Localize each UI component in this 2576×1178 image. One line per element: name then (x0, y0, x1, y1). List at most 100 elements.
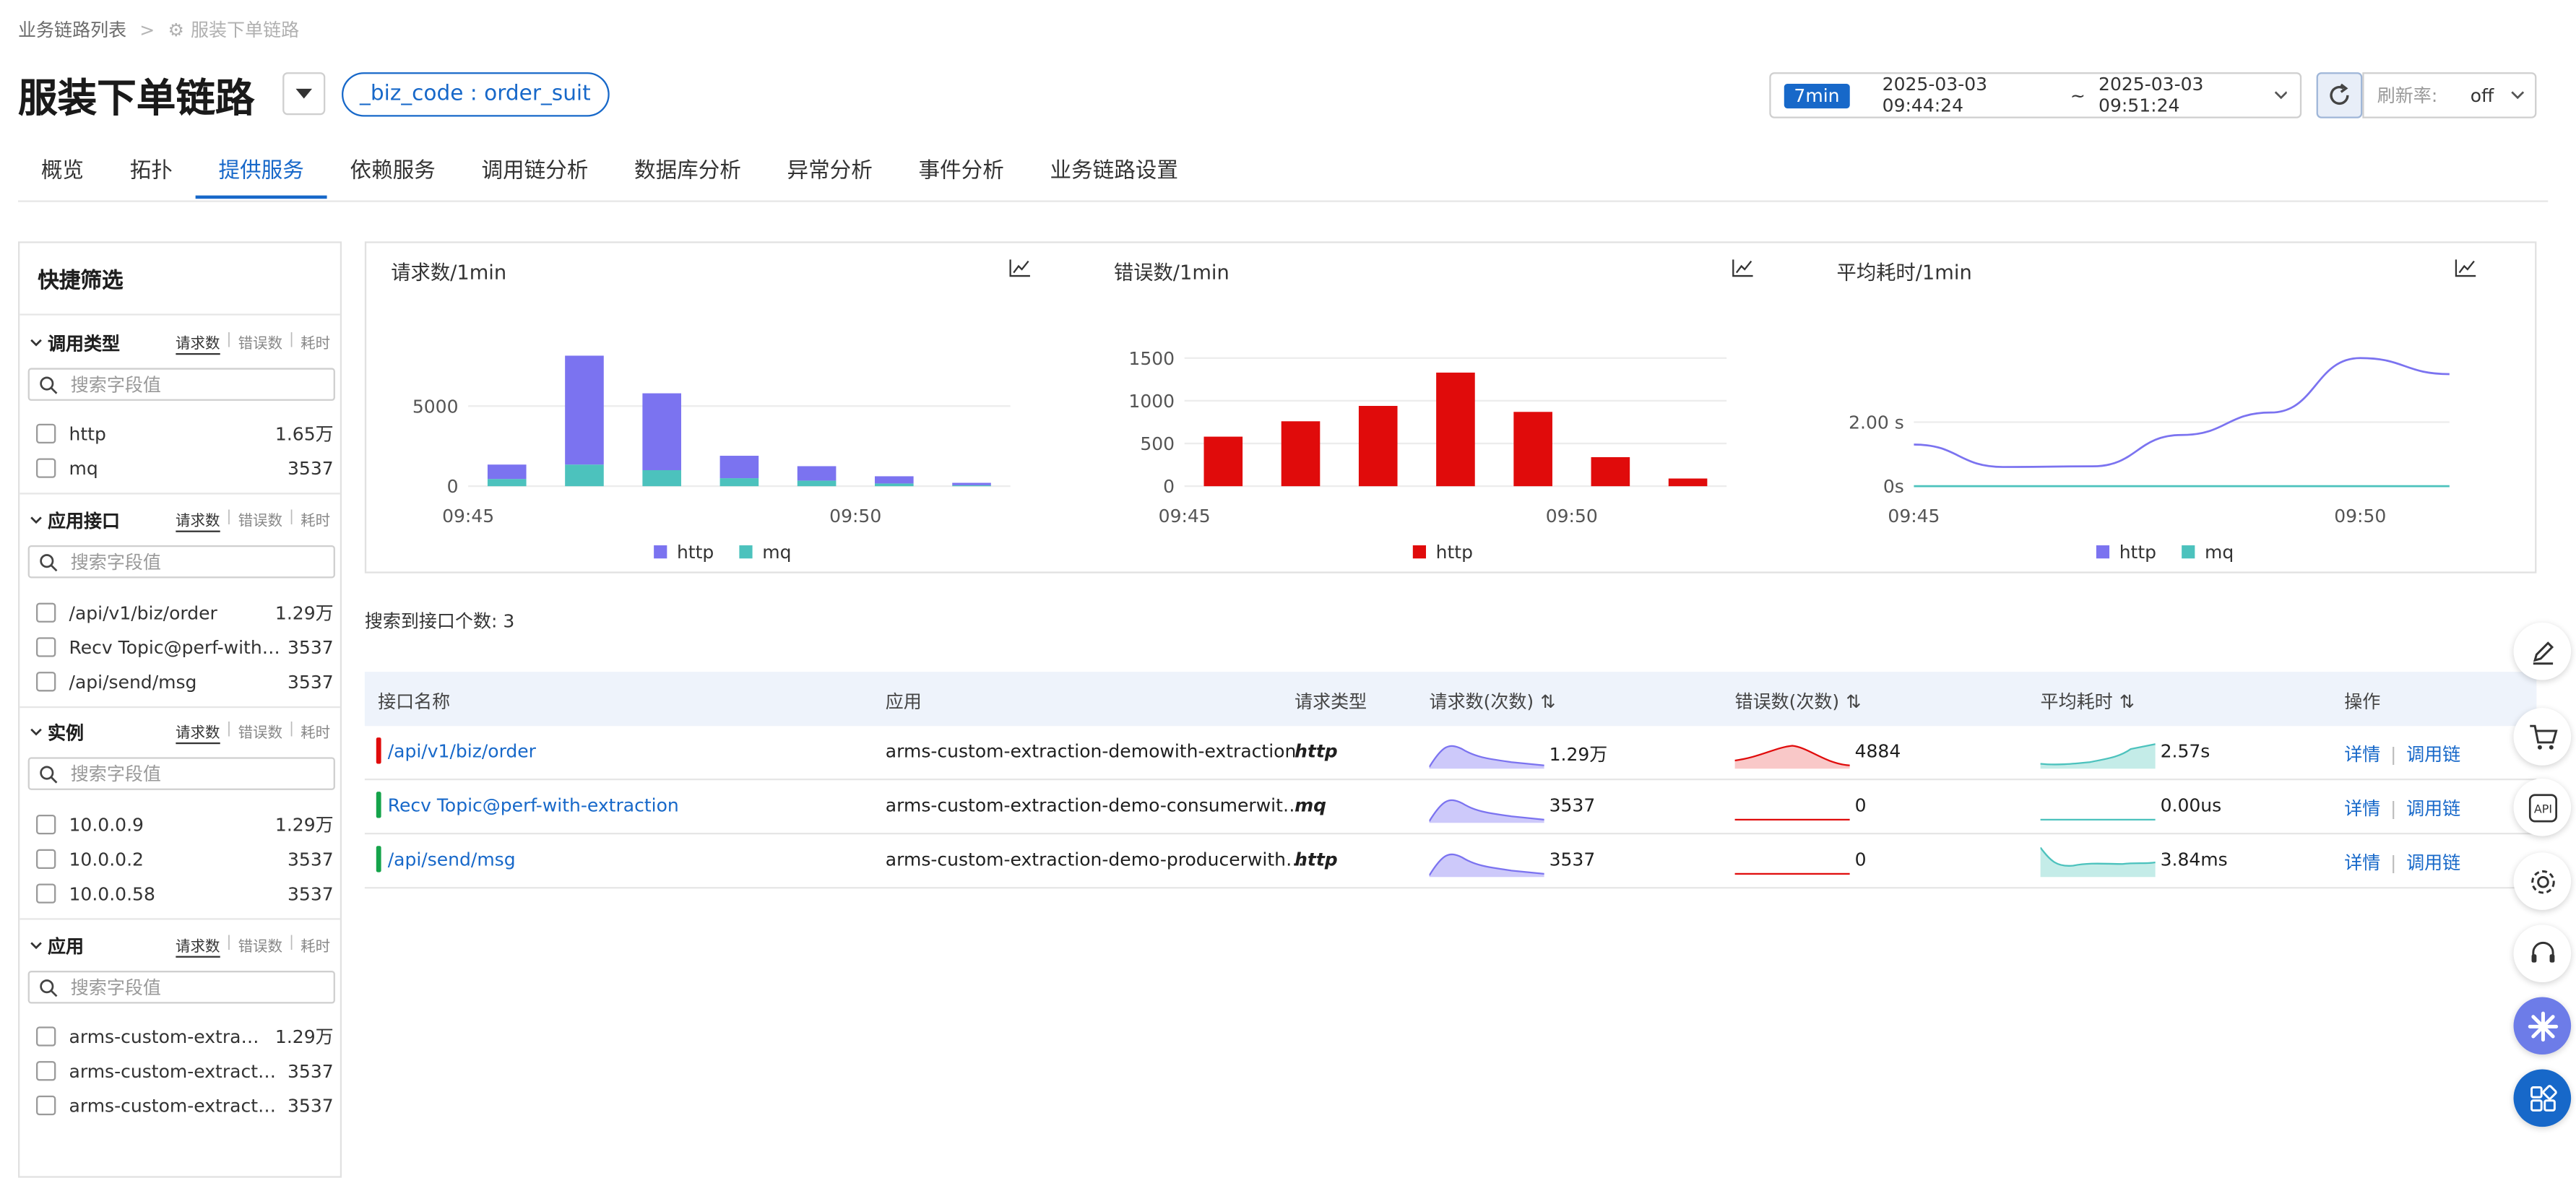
header-latency[interactable]: 平均耗时 ⇅ (2041, 688, 2135, 714)
filter-group-header[interactable]: 应用接口 (30, 508, 120, 534)
trace-link[interactable]: 调用链 (2406, 744, 2460, 766)
filter-group-label: 应用 (47, 936, 84, 958)
line-chart-icon[interactable] (1732, 258, 1755, 277)
title-dropdown-button[interactable] (282, 72, 326, 116)
tab-trace-analysis[interactable]: 调用链分析 (459, 157, 612, 199)
biz-code-tag[interactable]: _biz_code : order_suit (342, 72, 609, 117)
checkbox[interactable] (36, 883, 56, 904)
checkbox[interactable] (36, 637, 56, 657)
trace-link[interactable]: 调用链 (2406, 798, 2460, 820)
filter-item[interactable]: /api/v1/biz/order 1.29万 (36, 599, 334, 625)
filter-search-input[interactable]: 搜索字段值 (27, 757, 335, 790)
checkbox[interactable] (36, 458, 56, 478)
refresh-rate-select[interactable]: 刷新率: off (2362, 72, 2537, 118)
trace-link[interactable]: 调用链 (2406, 852, 2460, 874)
tab-bar: 概览 拓扑 提供服务 依赖服务 调用链分析 数据库分析 异常分析 事件分析 业务… (18, 157, 2549, 202)
interface-name-link[interactable]: /api/v1/biz/order (388, 741, 536, 763)
filter-item[interactable]: mq 3537 (36, 455, 334, 481)
sort-icon[interactable]: ⇅ (2119, 690, 2135, 712)
tab-event-analysis[interactable]: 事件分析 (896, 157, 1027, 199)
filter-search-input[interactable]: 搜索字段值 (27, 545, 335, 579)
metric-tab-errors[interactable]: 错误数 (238, 509, 282, 532)
filter-item[interactable]: 10.0.0.9 1.29万 (36, 811, 334, 837)
metric-tab-requests[interactable]: 请求数 (176, 509, 220, 532)
filter-search-input[interactable]: 搜索字段值 (27, 368, 335, 401)
metric-tab-errors[interactable]: 错误数 (238, 332, 282, 355)
edit-button[interactable] (2513, 622, 2572, 680)
metric-tab-latency[interactable]: 耗时 (301, 935, 330, 958)
apps-button[interactable] (2513, 1069, 2572, 1127)
header-application: 应用 (885, 691, 922, 714)
tab-exception-analysis[interactable]: 异常分析 (764, 157, 896, 199)
filter-group-header[interactable]: 实例 (30, 719, 84, 745)
metric-tab-latency[interactable]: 耗时 (301, 509, 330, 532)
tab-database-analysis[interactable]: 数据库分析 (611, 157, 764, 199)
detail-link[interactable]: 详情 (2344, 744, 2380, 766)
breadcrumb-root[interactable]: 业务链路列表 (18, 17, 126, 43)
checkbox[interactable] (36, 1061, 56, 1081)
chevron-down-icon (30, 516, 42, 524)
filter-item[interactable]: http 1.65万 (36, 420, 334, 446)
table-header: 接口名称 应用 请求类型 请求数(次数) ⇅ 错误数(次数) ⇅ 平均耗时 ⇅ … (364, 672, 2537, 727)
filter-item[interactable]: arms-custom-extraction-demo-consumerwith… (36, 1058, 334, 1084)
metric-tab-latency[interactable]: 耗时 (301, 721, 330, 744)
filter-item-name: mq (69, 457, 98, 479)
latency-sparkline (2040, 846, 2156, 878)
interface-name-link[interactable]: /api/send/msg (388, 849, 516, 871)
tab-overview[interactable]: 概览 (18, 157, 107, 199)
filter-group-header[interactable]: 调用类型 (30, 330, 120, 356)
requests-value: 3537 (1549, 794, 1596, 817)
checkbox[interactable] (36, 423, 56, 444)
header-errors[interactable]: 错误数(次数) ⇅ (1735, 688, 1862, 714)
filter-item-count: 3537 (287, 883, 334, 904)
row-actions: 详情 | 调用链 (2344, 744, 2461, 766)
tab-provided-services[interactable]: 提供服务 (195, 157, 327, 199)
metric-tab-requests[interactable]: 请求数 (176, 332, 220, 355)
api-button[interactable]: API (2513, 778, 2572, 836)
detail-link[interactable]: 详情 (2344, 798, 2380, 820)
checkbox[interactable] (36, 672, 56, 692)
filter-item[interactable]: /api/send/msg 3537 (36, 669, 334, 695)
tab-topology[interactable]: 拓扑 (107, 157, 196, 199)
header-requests[interactable]: 请求数(次数) ⇅ (1430, 688, 1556, 714)
checkbox[interactable] (36, 602, 56, 623)
assistant-button[interactable] (2513, 997, 2572, 1055)
metric-tabs: 请求数 | 错误数 | 耗时 (176, 509, 330, 532)
filter-item-name: Recv Topic@perf-with-extraction (69, 636, 281, 658)
filter-search-input[interactable]: 搜索字段值 (27, 971, 335, 1004)
metric-tab-errors[interactable]: 错误数 (238, 721, 282, 744)
refresh-button[interactable] (2316, 72, 2363, 118)
line-chart-icon[interactable] (2455, 258, 2478, 277)
support-button[interactable] (2513, 924, 2572, 982)
filter-item[interactable]: Recv Topic@perf-with-extraction 3537 (36, 634, 334, 660)
metric-tab-latency[interactable]: 耗时 (301, 332, 330, 355)
checkbox[interactable] (36, 849, 56, 870)
line-chart-icon[interactable] (1008, 258, 1032, 277)
time-range-picker[interactable]: 7min 2025-03-03 09:44:24 ~ 2025-03-03 09… (1769, 72, 2302, 118)
filter-item[interactable]: 10.0.0.58 3537 (36, 880, 334, 906)
metric-tab-requests[interactable]: 请求数 (176, 721, 220, 745)
bar-mq (487, 479, 527, 487)
filter-item[interactable]: arms-custom-extraction-demo-producerwith… (36, 1092, 334, 1118)
detail-link[interactable]: 详情 (2344, 852, 2380, 874)
metric-tabs: 请求数 | 错误数 | 耗时 (176, 935, 330, 958)
metric-tab-requests[interactable]: 请求数 (176, 935, 220, 958)
sort-icon[interactable]: ⇅ (1540, 690, 1555, 712)
filter-item[interactable]: arms-custom-extraction-demowith-extracti… (36, 1023, 334, 1049)
settings-button[interactable] (2513, 852, 2572, 910)
request-type: http (1295, 849, 1338, 871)
interface-name-link[interactable]: Recv Topic@perf-with-extraction (388, 795, 679, 817)
header-interface-name: 接口名称 (378, 691, 451, 714)
sort-icon[interactable]: ⇅ (1846, 690, 1861, 712)
tab-dependent-services[interactable]: 依赖服务 (327, 157, 459, 199)
chevron-down-icon (30, 339, 42, 347)
checkbox[interactable] (36, 1026, 56, 1047)
tab-biz-chain-settings[interactable]: 业务链路设置 (1027, 157, 1201, 199)
filter-group-header[interactable]: 应用 (30, 933, 84, 959)
bar-mq (642, 469, 681, 487)
checkbox[interactable] (36, 815, 56, 835)
metric-tab-errors[interactable]: 错误数 (238, 935, 282, 958)
cart-button[interactable] (2513, 708, 2572, 766)
filter-item[interactable]: 10.0.0.2 3537 (36, 846, 334, 872)
checkbox[interactable] (36, 1095, 56, 1116)
